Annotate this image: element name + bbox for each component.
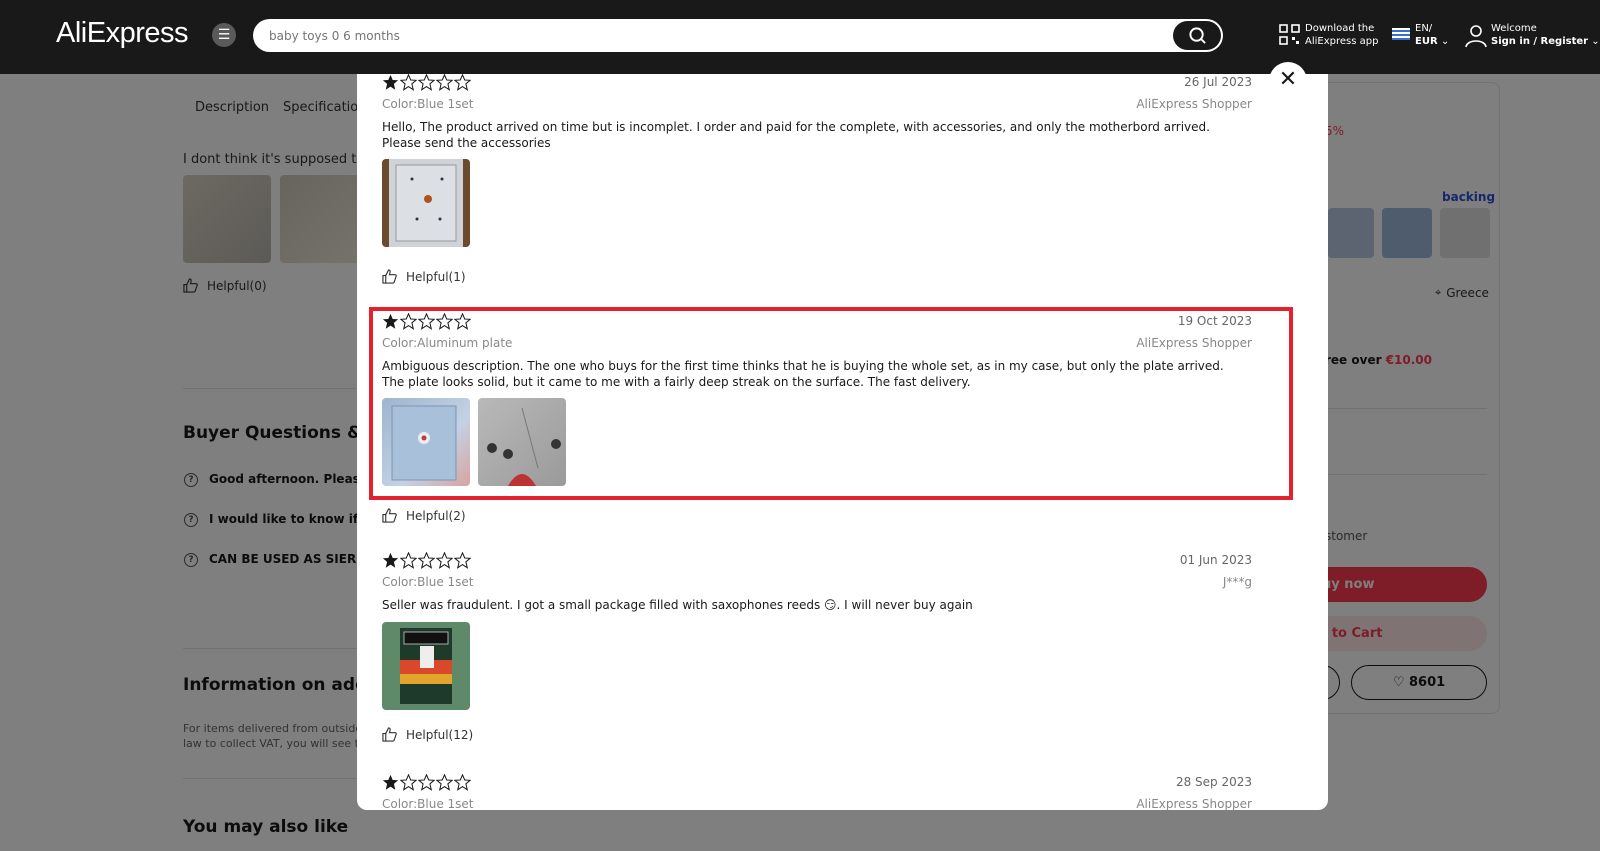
review-sku: Color:Blue 1set — [382, 575, 474, 589]
menu-icon[interactable]: ☰ — [212, 23, 236, 47]
highlighted-review-box — [369, 307, 1293, 500]
star-rating — [382, 74, 471, 92]
star-empty-icon — [418, 74, 435, 91]
star-rating — [382, 552, 471, 570]
thumbs-up-icon — [382, 508, 397, 523]
star-empty-icon — [418, 774, 435, 791]
star-empty-icon — [454, 774, 471, 791]
review-date: 01 Jun 2023 — [1179, 553, 1252, 567]
chevron-down-icon: ⌄ — [1440, 36, 1450, 47]
review-image[interactable] — [382, 622, 470, 710]
star-empty-icon — [436, 74, 453, 91]
thumbs-up-icon — [382, 269, 397, 284]
language-currency-selector[interactable]: EN/ EUR ⌄ — [1415, 22, 1449, 48]
helpful-button[interactable]: Helpful(1) — [382, 269, 466, 284]
review-date: 28 Sep 2023 — [1175, 775, 1252, 789]
star-filled-icon — [382, 552, 399, 568]
review-sku: Color:Blue 1set — [382, 97, 474, 111]
star-empty-icon — [400, 552, 417, 569]
star-filled-icon — [382, 774, 399, 790]
chevron-down-icon: ⌄ — [1591, 36, 1600, 47]
star-empty-icon — [400, 774, 417, 791]
search-bar — [253, 19, 1223, 52]
download-app-link[interactable]: Download the AliExpress app — [1305, 22, 1405, 48]
star-rating — [382, 774, 471, 792]
review-sku: Color:Blue 1set — [382, 797, 474, 810]
aliexpress-logo[interactable]: AliExpress — [56, 17, 189, 50]
star-empty-icon — [436, 552, 453, 569]
review-text: Seller was fraudulent. I got a small pac… — [382, 598, 973, 612]
star-filled-icon — [382, 74, 399, 90]
review-author: AliExpress Shopper — [1136, 97, 1252, 111]
search-input[interactable] — [269, 26, 1169, 46]
user-icon[interactable] — [1465, 24, 1487, 48]
qr-code-icon[interactable] — [1279, 24, 1300, 45]
review-date: 26 Jul 2023 — [1184, 75, 1252, 89]
thumbs-up-icon — [382, 727, 397, 742]
search-icon — [1189, 27, 1206, 44]
star-empty-icon — [436, 774, 453, 791]
top-header: AliExpress ☰ Download the AliExpress app… — [0, 0, 1600, 74]
review-author: AliExpress Shopper — [1136, 797, 1252, 810]
review-image[interactable] — [382, 159, 470, 247]
greece-flag-icon — [1392, 28, 1410, 40]
close-modal-button[interactable]: ✕ — [1269, 62, 1307, 100]
review-author: J***g — [1222, 575, 1252, 589]
star-empty-icon — [400, 74, 417, 91]
helpful-button[interactable]: Helpful(2) — [382, 508, 466, 523]
star-empty-icon — [454, 74, 471, 91]
sign-in-register-link[interactable]: Welcome Sign in / Register ⌄ — [1491, 22, 1600, 48]
review-text: Hello, The product arrived on time but i… — [382, 120, 1210, 150]
star-empty-icon — [418, 552, 435, 569]
star-empty-icon — [454, 552, 471, 569]
helpful-button[interactable]: Helpful(12) — [382, 727, 473, 742]
search-button[interactable] — [1173, 21, 1221, 50]
close-icon: ✕ — [1278, 67, 1298, 92]
